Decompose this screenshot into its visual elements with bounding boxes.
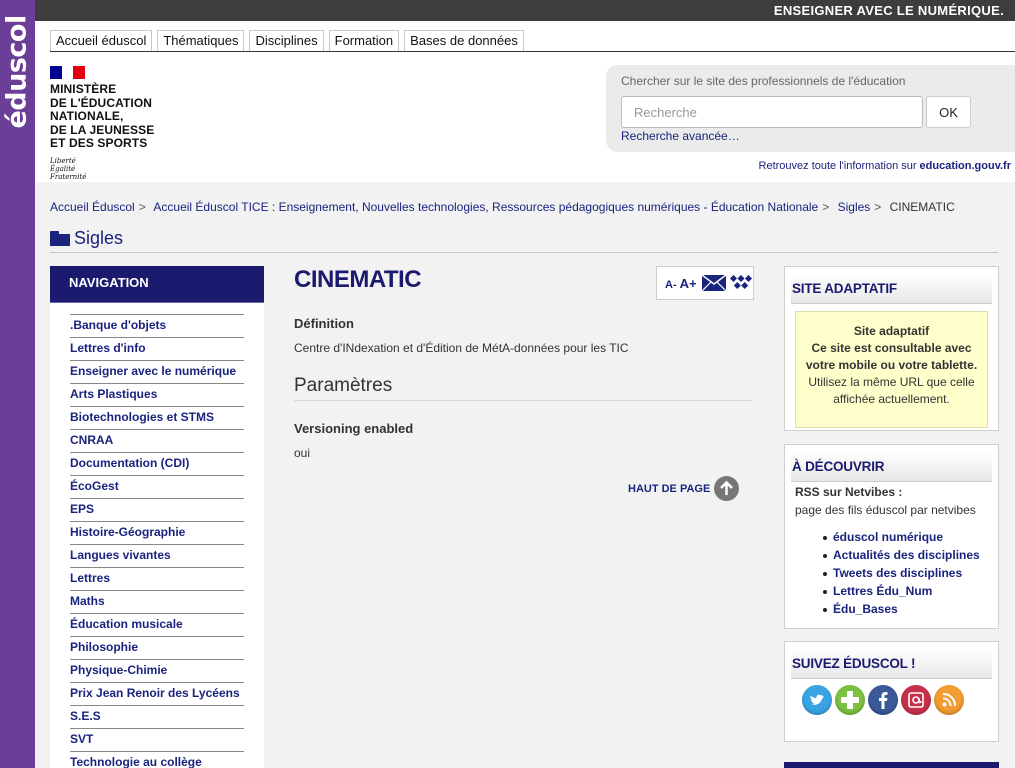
eduscol-logo[interactable]: éduscol xyxy=(2,15,33,128)
font-smaller-button[interactable]: A- xyxy=(665,279,677,291)
nav-item[interactable]: Philosophie xyxy=(70,636,244,659)
rss-link[interactable]: éduscol numérique xyxy=(823,530,980,548)
nav-item[interactable]: Maths xyxy=(70,590,244,613)
navigation-header: NAVIGATION xyxy=(50,266,264,303)
discover-widget-title: À DÉCOUVRIR xyxy=(791,451,992,482)
breadcrumb-tice[interactable]: Accueil Éduscol TICE : Enseignement, Nou… xyxy=(153,200,818,214)
facebook-icon[interactable] xyxy=(868,685,898,715)
education-gouv-link[interactable]: education.gouv.fr xyxy=(920,160,1011,172)
rss-link[interactable]: Tweets des disciplines xyxy=(823,566,980,584)
email-share-icon[interactable] xyxy=(701,275,726,291)
nav-item[interactable]: Lettres d'info xyxy=(70,337,244,360)
font-size-tool: A- A+ xyxy=(665,276,697,291)
header: Accueil éduscol Thématiques Disciplines … xyxy=(35,21,1015,182)
breadcrumb: Accueil Éduscol > Accueil Éduscol TICE : … xyxy=(50,200,955,214)
search-panel: Chercher sur le site des professionnels … xyxy=(606,65,1015,152)
ministry-name: MINISTÈRE DE L'ÉDUCATION NATIONALE, DE L… xyxy=(50,82,155,150)
rss-link[interactable]: Lettres Édu_Num xyxy=(823,584,980,602)
adaptive-widget-title: SITE ADAPTATIF xyxy=(791,273,992,304)
section-title: Sigles xyxy=(74,228,124,248)
tab-accueil[interactable]: Accueil éduscol xyxy=(50,30,153,51)
slogan: ENSEIGNER AVEC LE NUMÉRIQUE. xyxy=(773,3,1004,18)
nav-item[interactable]: Physique-Chimie xyxy=(70,659,244,682)
main-tabs: Accueil éduscol Thématiques Disciplines … xyxy=(50,30,529,51)
nav-item[interactable]: Langues vivantes xyxy=(70,544,244,567)
brand-sidebar: éduscol xyxy=(0,0,35,768)
republic-motto: Liberté Égalité Fraternité xyxy=(50,156,87,181)
back-to-top-label: HAUT DE PAGE xyxy=(628,482,711,495)
rss-icon[interactable] xyxy=(934,685,964,715)
definition-label: Définition xyxy=(294,316,354,331)
nav-item[interactable]: Arts Plastiques xyxy=(70,383,244,406)
back-to-top-link[interactable]: HAUT DE PAGE xyxy=(628,476,740,501)
definition-value: Centre d'INdexation et d'Édition de MétA… xyxy=(294,341,629,355)
rss-link[interactable]: Actualités des disciplines xyxy=(823,548,980,566)
section-heading: Sigles xyxy=(50,228,123,249)
retrouvez-line: Retrouvez toute l'information sur educati… xyxy=(759,160,1011,172)
search-label: Chercher sur le site des professionnels … xyxy=(621,74,906,88)
navigation-list: .Banque d'objets Lettres d'info Enseigne… xyxy=(70,314,244,768)
breadcrumb-home[interactable]: Accueil Éduscol xyxy=(50,200,135,214)
nav-item[interactable]: S.E.S xyxy=(70,705,244,728)
ministry-logo[interactable]: MINISTÈRE DE L'ÉDUCATION NATIONALE, DE L… xyxy=(50,66,154,181)
tab-divider xyxy=(50,51,1015,52)
follow-widget-title: SUIVEZ ÉDUSCOL ! xyxy=(791,648,992,679)
folder-icon xyxy=(50,231,70,246)
search-ok-button[interactable]: OK xyxy=(926,96,971,128)
versioning-label: Versioning enabled xyxy=(294,421,414,436)
nav-item[interactable]: Prix Jean Renoir des Lycéens xyxy=(70,682,244,705)
nav-item[interactable]: CNRAA xyxy=(70,429,244,452)
section-divider xyxy=(50,252,998,253)
parameters-heading: Paramètres xyxy=(294,375,393,396)
follow-widget: SUIVEZ ÉDUSCOL ! xyxy=(784,641,999,742)
parameters-divider xyxy=(294,400,753,401)
nav-item[interactable]: Biotechnologies et STMS xyxy=(70,406,244,429)
tab-disciplines[interactable]: Disciplines xyxy=(249,30,324,51)
nav-item[interactable]: .Banque d'objets xyxy=(70,314,244,337)
adaptive-notice: Site adaptatif Ce site est consultable a… xyxy=(795,311,988,428)
nav-item[interactable]: SVT xyxy=(70,728,244,751)
nav-item[interactable]: Éducation musicale xyxy=(70,613,244,636)
nav-item[interactable]: Documentation (CDI) xyxy=(70,452,244,475)
nav-item[interactable]: Technologie au collège xyxy=(70,751,244,768)
discover-widget: À DÉCOUVRIR RSS sur Netvibes : page des … xyxy=(784,444,999,629)
breadcrumb-sigles[interactable]: Sigles xyxy=(838,200,871,214)
adaptive-site-widget: SITE ADAPTATIF Site adaptatif Ce site es… xyxy=(784,266,999,431)
viadeo-icon[interactable] xyxy=(835,685,865,715)
search-input[interactable] xyxy=(621,96,923,128)
nav-item[interactable]: EPS xyxy=(70,498,244,521)
nav-item[interactable]: Lettres xyxy=(70,567,244,590)
nav-item[interactable]: Enseigner avec le numérique xyxy=(70,360,244,383)
email-icon[interactable] xyxy=(901,685,931,715)
nav-item[interactable]: Histoire-Géographie xyxy=(70,521,244,544)
tab-bases-de-donnees[interactable]: Bases de données xyxy=(404,30,524,51)
tab-formation[interactable]: Formation xyxy=(328,30,400,51)
french-flag-icon xyxy=(50,66,86,79)
rss-links: éduscol numérique Actualités des discipl… xyxy=(823,530,980,620)
top-banner: ENSEIGNER AVEC LE NUMÉRIQUE. xyxy=(35,0,1015,21)
navigation-panel: NAVIGATION .Banque d'objets Lettres d'in… xyxy=(50,266,264,768)
versioning-value: oui xyxy=(294,446,311,460)
rss-netvibes-subtitle: page des fils éduscol par netvibes xyxy=(795,503,976,517)
tab-thematiques[interactable]: Thématiques xyxy=(157,30,245,51)
rss-link[interactable]: Édu_Bases xyxy=(823,602,980,620)
font-larger-button[interactable]: A+ xyxy=(680,276,697,291)
page-title: CINEMATIC xyxy=(294,266,422,293)
arrow-up-icon xyxy=(714,476,740,501)
nav-item[interactable]: ÉcoGest xyxy=(70,475,244,498)
next-widget-edge xyxy=(784,762,999,768)
twitter-icon[interactable] xyxy=(802,685,832,715)
page-tools: A- A+ xyxy=(656,266,754,300)
rss-netvibes-title: RSS sur Netvibes : xyxy=(795,485,903,499)
share-icon[interactable] xyxy=(729,274,752,291)
social-icons xyxy=(802,685,967,715)
breadcrumb-current: CINEMATIC xyxy=(889,200,955,214)
retrouvez-text: Retrouvez toute l'information sur xyxy=(758,160,917,172)
advanced-search-link[interactable]: Recherche avancée… xyxy=(621,129,740,143)
